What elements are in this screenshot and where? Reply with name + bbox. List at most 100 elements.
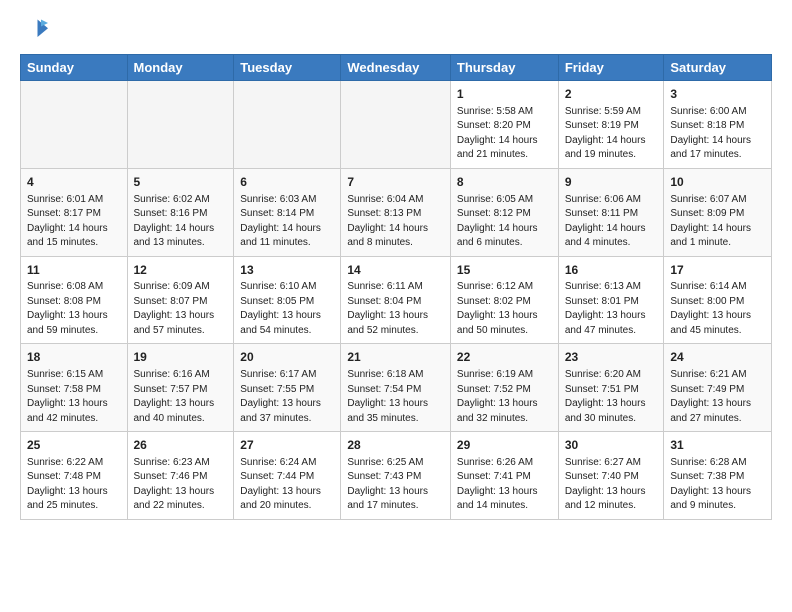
day-number: 13 xyxy=(240,262,334,279)
calendar-week-5: 25 Sunrise: 6:22 AM Sunset: 7:48 PM Dayli… xyxy=(21,432,772,520)
calendar-cell: 15Sunrise: 6:12 AM Sunset: 8:02 PM Dayli… xyxy=(450,256,558,344)
day-info: Sunrise: 6:24 AM Sunset: 7:44 PM Dayligh… xyxy=(240,456,334,514)
day-info: Sunrise: 6:12 AM Sunset: 8:02 PM Dayligh… xyxy=(457,280,552,338)
calendar-cell: 16Sunrise: 6:13 AM Sunset: 8:01 PM Dayli… xyxy=(558,256,664,344)
calendar-cell: 1 Sunrise: 5:58 AM Sunset: 8:20 PM Daylig… xyxy=(450,81,558,169)
calendar-cell: 24 Sunrise: 6:21 AM Sunset: 7:49 PM Dayli… xyxy=(664,344,772,432)
day-header-sunday: Sunday xyxy=(21,55,128,81)
day-info: Sunrise: 6:27 AM Sunset: 7:40 PM Dayligh… xyxy=(565,456,658,514)
calendar-cell: 18Sunrise: 6:15 AM Sunset: 7:58 PM Dayli… xyxy=(21,344,128,432)
calendar-week-3: 11Sunrise: 6:08 AM Sunset: 8:08 PM Dayli… xyxy=(21,256,772,344)
day-number: 22 xyxy=(457,349,552,366)
day-info: Sunrise: 6:17 AM Sunset: 7:55 PM Dayligh… xyxy=(240,368,334,426)
calendar-cell: 27 Sunrise: 6:24 AM Sunset: 7:44 PM Dayli… xyxy=(234,432,341,520)
day-number: 14 xyxy=(347,262,444,279)
day-info: Sunrise: 6:11 AM Sunset: 8:04 PM Dayligh… xyxy=(347,280,444,338)
day-info: Sunrise: 6:19 AM Sunset: 7:52 PM Dayligh… xyxy=(457,368,552,426)
day-number: 17 xyxy=(670,262,765,279)
day-number: 4 xyxy=(27,174,121,191)
calendar-cell: 19Sunrise: 6:16 AM Sunset: 7:57 PM Dayli… xyxy=(127,344,234,432)
calendar-cell: 11Sunrise: 6:08 AM Sunset: 8:08 PM Dayli… xyxy=(21,256,128,344)
day-info: Sunrise: 6:26 AM Sunset: 7:41 PM Dayligh… xyxy=(457,456,552,514)
day-number: 16 xyxy=(565,262,658,279)
day-info: Sunrise: 5:59 AM Sunset: 8:19 PM Dayligh… xyxy=(565,105,658,163)
calendar-cell: 2 Sunrise: 5:59 AM Sunset: 8:19 PM Daylig… xyxy=(558,81,664,169)
day-info: Sunrise: 5:58 AM Sunset: 8:20 PM Dayligh… xyxy=(457,105,552,163)
day-info: Sunrise: 6:05 AM Sunset: 8:12 PM Dayligh… xyxy=(457,193,552,251)
day-info: Sunrise: 6:22 AM Sunset: 7:48 PM Dayligh… xyxy=(27,456,121,514)
calendar-cell xyxy=(341,81,451,169)
calendar-cell: 5 Sunrise: 6:02 AM Sunset: 8:16 PM Daylig… xyxy=(127,168,234,256)
day-number: 8 xyxy=(457,174,552,191)
calendar-cell xyxy=(234,81,341,169)
calendar-cell: 17Sunrise: 6:14 AM Sunset: 8:00 PM Dayli… xyxy=(664,256,772,344)
calendar-cell xyxy=(127,81,234,169)
day-number: 27 xyxy=(240,437,334,454)
calendar-cell: 20 Sunrise: 6:17 AM Sunset: 7:55 PM Dayli… xyxy=(234,344,341,432)
logo xyxy=(20,16,52,44)
day-number: 15 xyxy=(457,262,552,279)
calendar-header-row: SundayMondayTuesdayWednesdayThursdayFrid… xyxy=(21,55,772,81)
calendar-cell: 22 Sunrise: 6:19 AM Sunset: 7:52 PM Dayli… xyxy=(450,344,558,432)
day-info: Sunrise: 6:03 AM Sunset: 8:14 PM Dayligh… xyxy=(240,193,334,251)
day-number: 25 xyxy=(27,437,121,454)
day-info: Sunrise: 6:00 AM Sunset: 8:18 PM Dayligh… xyxy=(670,105,765,163)
day-info: Sunrise: 6:18 AM Sunset: 7:54 PM Dayligh… xyxy=(347,368,444,426)
day-number: 9 xyxy=(565,174,658,191)
day-number: 23 xyxy=(565,349,658,366)
calendar-cell: 31Sunrise: 6:28 AM Sunset: 7:38 PM Dayli… xyxy=(664,432,772,520)
page: SundayMondayTuesdayWednesdayThursdayFrid… xyxy=(0,0,792,536)
calendar-cell: 6 Sunrise: 6:03 AM Sunset: 8:14 PM Daylig… xyxy=(234,168,341,256)
day-number: 7 xyxy=(347,174,444,191)
calendar-cell: 4 Sunrise: 6:01 AM Sunset: 8:17 PM Daylig… xyxy=(21,168,128,256)
calendar: SundayMondayTuesdayWednesdayThursdayFrid… xyxy=(20,54,772,520)
day-info: Sunrise: 6:23 AM Sunset: 7:46 PM Dayligh… xyxy=(134,456,228,514)
day-header-saturday: Saturday xyxy=(664,55,772,81)
day-info: Sunrise: 6:14 AM Sunset: 8:00 PM Dayligh… xyxy=(670,280,765,338)
day-info: Sunrise: 6:25 AM Sunset: 7:43 PM Dayligh… xyxy=(347,456,444,514)
day-info: Sunrise: 6:20 AM Sunset: 7:51 PM Dayligh… xyxy=(565,368,658,426)
calendar-cell: 14Sunrise: 6:11 AM Sunset: 8:04 PM Dayli… xyxy=(341,256,451,344)
day-number: 6 xyxy=(240,174,334,191)
header xyxy=(20,16,772,44)
calendar-cell: 12Sunrise: 6:09 AM Sunset: 8:07 PM Dayli… xyxy=(127,256,234,344)
day-info: Sunrise: 6:16 AM Sunset: 7:57 PM Dayligh… xyxy=(134,368,228,426)
day-number: 28 xyxy=(347,437,444,454)
calendar-week-4: 18Sunrise: 6:15 AM Sunset: 7:58 PM Dayli… xyxy=(21,344,772,432)
day-header-tuesday: Tuesday xyxy=(234,55,341,81)
calendar-cell: 26 Sunrise: 6:23 AM Sunset: 7:46 PM Dayli… xyxy=(127,432,234,520)
day-header-monday: Monday xyxy=(127,55,234,81)
day-info: Sunrise: 6:07 AM Sunset: 8:09 PM Dayligh… xyxy=(670,193,765,251)
day-number: 11 xyxy=(27,262,121,279)
day-number: 24 xyxy=(670,349,765,366)
calendar-cell: 28 Sunrise: 6:25 AM Sunset: 7:43 PM Dayli… xyxy=(341,432,451,520)
calendar-cell: 10Sunrise: 6:07 AM Sunset: 8:09 PM Dayli… xyxy=(664,168,772,256)
day-header-wednesday: Wednesday xyxy=(341,55,451,81)
logo-icon xyxy=(20,16,48,44)
day-number: 1 xyxy=(457,86,552,103)
calendar-cell xyxy=(21,81,128,169)
day-number: 29 xyxy=(457,437,552,454)
calendar-cell: 23 Sunrise: 6:20 AM Sunset: 7:51 PM Dayli… xyxy=(558,344,664,432)
day-number: 26 xyxy=(134,437,228,454)
day-info: Sunrise: 6:21 AM Sunset: 7:49 PM Dayligh… xyxy=(670,368,765,426)
calendar-cell: 8 Sunrise: 6:05 AM Sunset: 8:12 PM Daylig… xyxy=(450,168,558,256)
day-number: 3 xyxy=(670,86,765,103)
calendar-cell: 29 Sunrise: 6:26 AM Sunset: 7:41 PM Dayli… xyxy=(450,432,558,520)
day-number: 20 xyxy=(240,349,334,366)
day-number: 2 xyxy=(565,86,658,103)
calendar-cell: 21 Sunrise: 6:18 AM Sunset: 7:54 PM Dayli… xyxy=(341,344,451,432)
day-info: Sunrise: 6:06 AM Sunset: 8:11 PM Dayligh… xyxy=(565,193,658,251)
calendar-week-1: 1 Sunrise: 5:58 AM Sunset: 8:20 PM Daylig… xyxy=(21,81,772,169)
calendar-cell: 13Sunrise: 6:10 AM Sunset: 8:05 PM Dayli… xyxy=(234,256,341,344)
day-number: 5 xyxy=(134,174,228,191)
day-info: Sunrise: 6:08 AM Sunset: 8:08 PM Dayligh… xyxy=(27,280,121,338)
calendar-cell: 25 Sunrise: 6:22 AM Sunset: 7:48 PM Dayli… xyxy=(21,432,128,520)
day-info: Sunrise: 6:01 AM Sunset: 8:17 PM Dayligh… xyxy=(27,193,121,251)
day-info: Sunrise: 6:02 AM Sunset: 8:16 PM Dayligh… xyxy=(134,193,228,251)
calendar-cell: 30Sunrise: 6:27 AM Sunset: 7:40 PM Dayli… xyxy=(558,432,664,520)
calendar-week-2: 4 Sunrise: 6:01 AM Sunset: 8:17 PM Daylig… xyxy=(21,168,772,256)
day-info: Sunrise: 6:28 AM Sunset: 7:38 PM Dayligh… xyxy=(670,456,765,514)
calendar-cell: 9 Sunrise: 6:06 AM Sunset: 8:11 PM Daylig… xyxy=(558,168,664,256)
day-number: 21 xyxy=(347,349,444,366)
